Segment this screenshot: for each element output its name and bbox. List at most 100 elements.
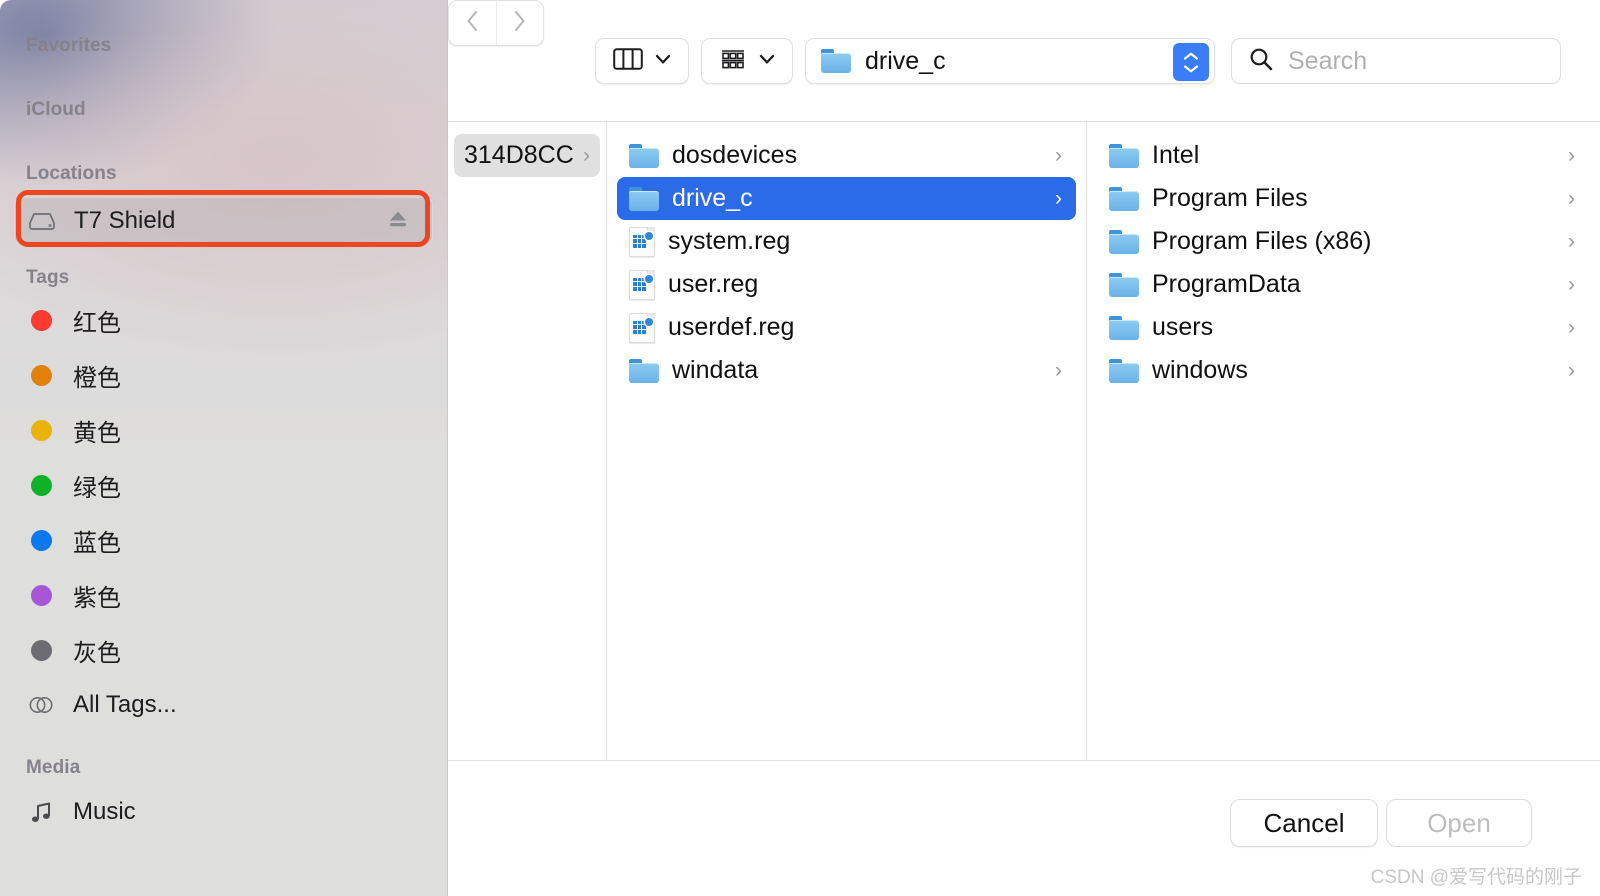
- list-item[interactable]: Program Files ›: [1097, 177, 1589, 220]
- path-selector[interactable]: drive_c: [805, 38, 1215, 84]
- list-item[interactable]: Program Files (x86) ›: [1097, 220, 1589, 263]
- list-item[interactable]: drive_c ›: [617, 177, 1076, 220]
- sidebar-item-music[interactable]: Music: [14, 788, 433, 836]
- group-by-button[interactable]: [701, 38, 793, 84]
- chevron-down-icon: [759, 52, 775, 70]
- folder-icon: [1109, 358, 1139, 383]
- folder-icon: [1109, 272, 1139, 297]
- chevron-right-icon: ›: [1568, 186, 1575, 210]
- sidebar-tag-green[interactable]: 绿色: [14, 461, 433, 509]
- open-button[interactable]: Open: [1386, 799, 1532, 847]
- sidebar-tag-red[interactable]: 红色: [14, 296, 433, 344]
- list-item[interactable]: users ›: [1097, 306, 1589, 349]
- path-label: drive_c: [865, 46, 946, 75]
- tag-color-dot-icon: [26, 419, 56, 441]
- sidebar-tag-label: 黄色: [73, 419, 121, 447]
- chevron-down-icon: [655, 52, 671, 70]
- tag-color-dot-icon: [26, 529, 56, 551]
- cancel-button[interactable]: Cancel: [1230, 799, 1378, 847]
- sidebar: Favorites iCloud Locations T7 Shield Tag…: [0, 0, 448, 896]
- sidebar-tag-blue[interactable]: 蓝色: [14, 516, 433, 564]
- sidebar-tag-label: 灰色: [73, 639, 121, 667]
- sidebar-item-label: Music: [73, 798, 136, 825]
- file-name: windows: [1152, 356, 1248, 384]
- sidebar-tag-label: 红色: [73, 309, 121, 337]
- folder-icon: [1109, 143, 1139, 168]
- sidebar-tag-purple[interactable]: 紫色: [14, 571, 433, 619]
- chevron-left-icon: [465, 9, 480, 38]
- chevron-right-icon: ›: [1568, 229, 1575, 253]
- dialog-panel: drive_c Search 314D8CC › dosdevices › dr…: [448, 0, 1600, 896]
- column-1: 314D8CC ›: [448, 122, 607, 760]
- sidebar-tag-label: 绿色: [73, 474, 121, 502]
- registry-file-icon: [629, 226, 655, 257]
- file-name: system.reg: [668, 227, 791, 255]
- sidebar-item-label: T7 Shield: [74, 207, 176, 234]
- folder-icon: [1109, 229, 1139, 254]
- file-name: Intel: [1152, 141, 1200, 169]
- file-name: userdef.reg: [668, 313, 795, 341]
- sidebar-section-favorites: Favorites: [26, 35, 112, 56]
- chevron-right-icon: ›: [1568, 272, 1575, 296]
- file-name: users: [1152, 313, 1214, 341]
- search-placeholder: Search: [1288, 46, 1368, 75]
- chevron-right-icon: [512, 9, 527, 38]
- file-name: Program Files (x86): [1152, 227, 1372, 255]
- eject-icon[interactable]: [386, 208, 410, 235]
- file-name: user.reg: [668, 270, 759, 298]
- chevron-right-icon: ›: [583, 143, 590, 167]
- sidebar-tag-orange[interactable]: 橙色: [14, 351, 433, 399]
- file-name: 314D8CC: [464, 141, 574, 169]
- list-item[interactable]: windows ›: [1097, 349, 1589, 392]
- list-item[interactable]: 314D8CC ›: [454, 134, 600, 177]
- sidebar-tag-gray[interactable]: 灰色: [14, 626, 433, 674]
- sidebar-tag-yellow[interactable]: 黄色: [14, 406, 433, 454]
- forward-button[interactable]: [495, 1, 543, 45]
- file-name: Program Files: [1152, 184, 1308, 212]
- sidebar-tag-label: 紫色: [73, 584, 121, 612]
- chevron-right-icon: ›: [1568, 143, 1575, 167]
- list-item[interactable]: ProgramData ›: [1097, 263, 1589, 306]
- file-name: windata: [672, 356, 759, 384]
- sidebar-item-label: All Tags...: [73, 691, 177, 718]
- list-item[interactable]: windata ›: [617, 349, 1076, 392]
- tag-color-dot-icon: [26, 584, 56, 606]
- search-icon: [1248, 46, 1274, 77]
- navigation-buttons: [448, 0, 544, 46]
- sidebar-tag-label: 蓝色: [73, 529, 121, 557]
- column-2: dosdevices › drive_c › system.reg user.r…: [607, 122, 1087, 760]
- sidebar-item-t7-shield[interactable]: T7 Shield: [14, 197, 433, 245]
- folder-icon: [629, 143, 659, 168]
- dialog-footer: Cancel Open CSDN @爱写代码的刚子: [448, 760, 1600, 896]
- list-item[interactable]: dosdevices ›: [617, 134, 1076, 177]
- file-name: dosdevices: [672, 141, 798, 169]
- list-item[interactable]: user.reg: [617, 263, 1076, 306]
- tag-color-dot-icon: [26, 474, 56, 496]
- path-stepper-button[interactable]: [1173, 43, 1209, 81]
- sidebar-section-media: Media: [26, 757, 81, 778]
- search-field[interactable]: Search: [1231, 38, 1561, 84]
- chevron-right-icon: ›: [1055, 143, 1062, 167]
- music-note-icon: [26, 799, 56, 825]
- back-button[interactable]: [449, 1, 496, 45]
- folder-icon: [1109, 315, 1139, 340]
- sidebar-item-all-tags[interactable]: All Tags...: [14, 681, 433, 729]
- list-item[interactable]: userdef.reg: [617, 306, 1076, 349]
- folder-icon: [821, 49, 851, 73]
- list-item[interactable]: system.reg: [617, 220, 1076, 263]
- folder-icon: [1109, 186, 1139, 211]
- column-browser: 314D8CC › dosdevices › drive_c › system.…: [448, 122, 1600, 760]
- chevron-right-icon: ›: [1568, 358, 1575, 382]
- tag-color-dot-icon: [26, 309, 56, 331]
- sidebar-section-tags: Tags: [26, 267, 70, 288]
- external-drive-icon: [27, 210, 57, 232]
- folder-icon: [629, 358, 659, 383]
- list-item[interactable]: Intel ›: [1097, 134, 1589, 177]
- tag-color-dot-icon: [26, 639, 56, 661]
- view-mode-button[interactable]: [595, 38, 689, 84]
- sidebar-tag-label: 橙色: [73, 364, 121, 392]
- chevron-right-icon: ›: [1055, 186, 1062, 210]
- all-tags-icon: [26, 694, 56, 716]
- watermark: CSDN @爱写代码的刚子: [1370, 867, 1582, 888]
- registry-file-icon: [629, 269, 655, 300]
